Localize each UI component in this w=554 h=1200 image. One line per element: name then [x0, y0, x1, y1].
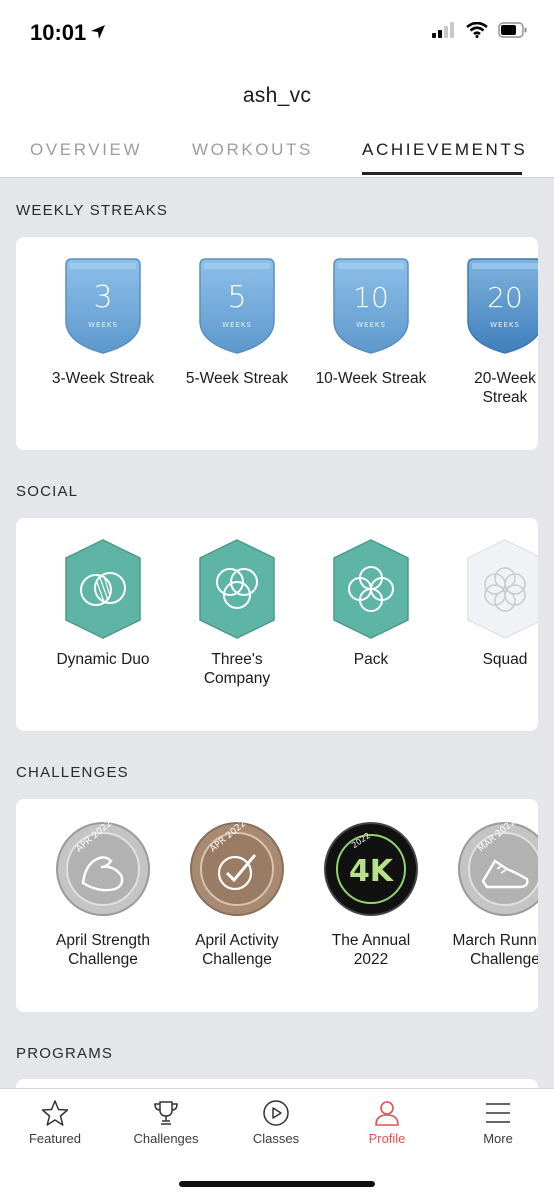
running-shoe-medal-icon: MAR 2022 — [458, 821, 538, 916]
tab-label: Challenges — [133, 1131, 199, 1146]
section-title-weekly-streaks: WEEKLY STREAKS — [16, 202, 169, 219]
svg-text:WEEKS: WEEKS — [490, 321, 520, 329]
badge-label: 10-Week Streak — [315, 370, 427, 387]
challenges-card: APR 2022 April Strength Challenge APR 20… — [16, 799, 538, 1012]
svg-text:WEEKS: WEEKS — [356, 321, 386, 329]
badge-label: Pack — [353, 651, 389, 668]
status-icons — [432, 22, 528, 38]
tab-label: More — [483, 1131, 513, 1146]
svg-text:4K: 4K — [349, 854, 395, 889]
star-icon — [41, 1100, 69, 1126]
badge-label: March Running Challenge — [452, 932, 538, 968]
badge-3-week-streak[interactable]: 3 WEEKS 3-Week Streak — [34, 237, 172, 450]
badge-5-week-streak[interactable]: 5 WEEKS 5-Week Streak — [168, 237, 306, 450]
svg-text:20: 20 — [487, 281, 523, 314]
flexed-arm-medal-icon: APR 2022 — [56, 821, 150, 916]
tab-achievements[interactable]: ACHIEVEMENTS — [362, 140, 527, 160]
badge-dynamic-duo[interactable]: Dynamic Duo — [34, 518, 172, 731]
svg-text:WEEKS: WEEKS — [222, 321, 252, 329]
svg-text:10: 10 — [353, 281, 389, 314]
badge-the-annual-2022[interactable]: 2022 4K The Annual 2022 — [302, 799, 440, 1012]
username: ash_vc — [242, 84, 312, 107]
badge-label: 3-Week Streak — [51, 370, 155, 387]
badge-label: The Annual 2022 — [331, 932, 411, 968]
tab-active-indicator — [362, 172, 522, 175]
streak-shield-icon: 20 WEEKS — [467, 258, 538, 354]
section-title-challenges: CHALLENGES — [16, 764, 129, 781]
tab-label: Classes — [252, 1131, 300, 1146]
tab-label: Featured — [28, 1131, 82, 1146]
badge-threes-company[interactable]: Three's Company — [168, 518, 306, 731]
two-circles-hexagon-icon — [65, 539, 141, 639]
streak-shield-icon: 3 WEEKS — [65, 258, 141, 354]
flower-circles-hexagon-icon — [467, 539, 538, 639]
social-card: Dynamic Duo Three's Company Pack Squad — [16, 518, 538, 731]
badge-label: 5-Week Streak — [185, 370, 289, 387]
streak-shield-icon: 5 WEEKS — [199, 258, 275, 354]
location-arrow-icon — [91, 25, 105, 39]
tab-profile[interactable]: Profile — [332, 1089, 442, 1169]
svg-text:5: 5 — [227, 280, 246, 315]
wifi-icon — [466, 22, 488, 38]
badge-label: April Strength Challenge — [56, 932, 150, 968]
badge-label: Dynamic Duo — [56, 651, 150, 668]
section-title-programs: PROGRAMS — [16, 1045, 114, 1062]
badge-10-week-streak[interactable]: 10 WEEKS 10-Week Streak — [302, 237, 440, 450]
badge-20-week-streak[interactable]: 20 WEEKS 20-Week Streak — [436, 237, 538, 450]
svg-text:WEEKS: WEEKS — [88, 321, 118, 329]
four-circles-hexagon-icon — [333, 539, 409, 639]
tab-classes[interactable]: Classes — [221, 1089, 331, 1169]
tab-challenges[interactable]: Challenges — [111, 1089, 221, 1169]
signal-icon — [432, 22, 454, 38]
home-indicator — [179, 1181, 375, 1187]
tab-featured[interactable]: Featured — [0, 1089, 110, 1169]
badge-label: April Activity Challenge — [195, 932, 279, 968]
play-circle-icon — [263, 1100, 289, 1126]
tab-label: Profile — [368, 1131, 406, 1146]
three-circles-hexagon-icon — [199, 539, 275, 639]
tab-more[interactable]: More — [443, 1089, 553, 1169]
svg-text:3: 3 — [93, 280, 112, 315]
badge-march-running-challenge[interactable]: MAR 2022 March Running Challenge — [436, 799, 538, 1012]
section-title-social: SOCIAL — [16, 483, 79, 500]
tab-workouts[interactable]: WORKOUTS — [192, 140, 313, 160]
profile-header: ash_vc OVERVIEW WORKOUTS ACHIEVEMENTS — [0, 62, 554, 178]
annual-4k-medal-icon: 2022 4K — [324, 822, 418, 916]
menu-icon — [486, 1103, 510, 1123]
battery-icon — [498, 22, 527, 38]
badge-april-activity-challenge[interactable]: APR 2022 April Activity Challenge — [168, 799, 306, 1012]
person-icon — [375, 1101, 399, 1126]
badge-april-strength-challenge[interactable]: APR 2022 April Strength Challenge — [34, 799, 172, 1012]
badge-label: Squad — [482, 651, 528, 668]
checkmark-medal-icon: APR 2022 — [190, 821, 284, 916]
badge-pack[interactable]: Pack — [302, 518, 440, 731]
status-bar: 10:01 — [0, 0, 554, 62]
badge-label: Three's Company — [203, 651, 271, 687]
streak-shield-icon: 10 WEEKS — [333, 258, 409, 354]
badge-label: 20-Week Streak — [474, 370, 536, 406]
weekly-streaks-card: 3 WEEKS 3-Week Streak 5 WEEKS 5-Week Str… — [16, 237, 538, 450]
trophy-icon — [154, 1101, 178, 1125]
badge-squad[interactable]: Squad — [436, 518, 538, 731]
tab-overview[interactable]: OVERVIEW — [30, 140, 142, 160]
status-time: 10:01 — [30, 20, 87, 45]
